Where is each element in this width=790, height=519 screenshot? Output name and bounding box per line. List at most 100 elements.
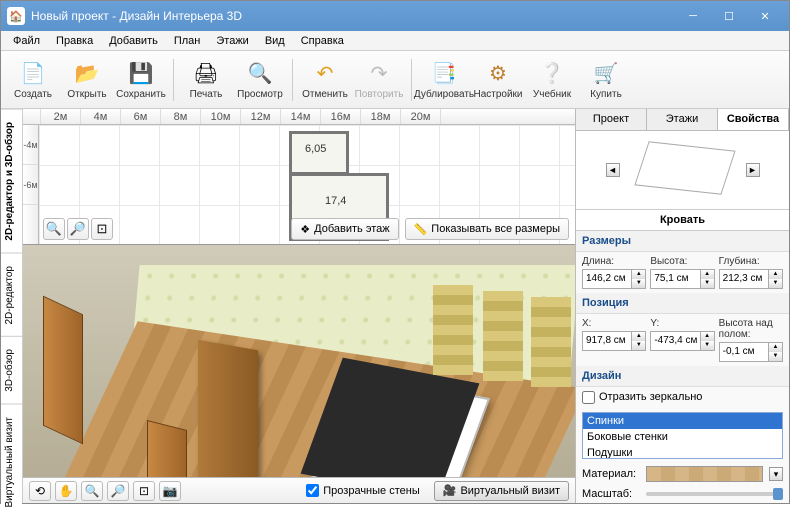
tb-duplicate[interactable]: 📑Дублировать xyxy=(418,55,470,105)
app-icon: 🏠 xyxy=(7,7,25,25)
tb-redo[interactable]: ↷Повторить xyxy=(353,55,405,105)
room-area-label: 17,4 xyxy=(325,195,346,207)
list-item[interactable]: Подушки xyxy=(583,445,782,459)
add-floor-button[interactable]: ❖Добавить этаж xyxy=(291,218,398,240)
bottom-toolbar: ⟲ ✋ 🔍 🔎 ⊡ 📷 Прозрачные стены 🎥 Виртуальн… xyxy=(23,477,575,503)
separator xyxy=(292,59,293,101)
virtual-visit-button[interactable]: 🎥 Виртуальный визит xyxy=(434,481,569,501)
open-icon: 📂 xyxy=(73,60,101,88)
title-bar: 🏠 Новый проект - Дизайн Интерьера 3D ─ ☐… xyxy=(1,1,789,31)
tb-settings[interactable]: ⚙Настройки xyxy=(472,55,524,105)
material-picker-button[interactable]: ▾ xyxy=(769,467,783,481)
menu-bar: Файл Правка Добавить План Этажи Вид Спра… xyxy=(1,31,789,51)
window-title: Новый проект - Дизайн Интерьера 3D xyxy=(31,9,675,23)
help-icon: ❔ xyxy=(538,60,566,88)
zoom-fit-3d-button[interactable]: ⊡ xyxy=(133,481,155,501)
mirror-label: Отразить зеркально xyxy=(599,391,702,403)
maximize-button[interactable]: ☐ xyxy=(711,4,747,28)
next-object-button[interactable]: ► xyxy=(746,163,760,177)
tb-new[interactable]: 📄Создать xyxy=(7,55,59,105)
print-icon: 🖨 xyxy=(192,60,220,88)
tb-open[interactable]: 📂Открыть xyxy=(61,55,113,105)
vtab-3d[interactable]: 3D-обзор xyxy=(1,336,22,404)
section-design: Дизайн xyxy=(576,366,789,387)
height-input[interactable] xyxy=(651,270,699,288)
pos-x-spinner[interactable]: ▲▼ xyxy=(631,332,645,350)
menu-plan[interactable]: План xyxy=(166,33,209,49)
ruler-horizontal: 2м4м6м8м10м12м14м16м18м20м xyxy=(23,109,575,125)
rtab-project[interactable]: Проект xyxy=(576,109,647,130)
scale-label: Масштаб: xyxy=(582,488,640,500)
duplicate-icon: 📑 xyxy=(430,60,458,88)
pos-y-spinner[interactable]: ▲▼ xyxy=(700,332,714,350)
cart-icon: 🛒 xyxy=(592,60,620,88)
object-preview: ◄ ► xyxy=(576,131,789,210)
tb-undo[interactable]: ↶Отменить xyxy=(299,55,351,105)
rotate360-button[interactable]: ⟲ xyxy=(29,481,51,501)
pos-x-input[interactable] xyxy=(583,332,631,350)
zoom-in-3d-button[interactable]: 🔍 xyxy=(81,481,103,501)
tb-buy[interactable]: 🛒Купить xyxy=(580,55,632,105)
depth-input[interactable] xyxy=(720,270,768,288)
material-swatch[interactable] xyxy=(646,466,763,482)
camera-button[interactable]: 📷 xyxy=(159,481,181,501)
separator xyxy=(173,59,174,101)
length-input[interactable] xyxy=(583,270,631,288)
save-icon: 💾 xyxy=(127,60,155,88)
scale-slider[interactable] xyxy=(646,492,783,496)
tb-preview[interactable]: 🔍Просмотр xyxy=(234,55,286,105)
pan-button[interactable]: ✋ xyxy=(55,481,77,501)
tb-tutorial[interactable]: ❔Учебник xyxy=(526,55,578,105)
vtab-2d3d[interactable]: 2D-редактор и 3D-обзор xyxy=(1,109,22,253)
pos-floor-spinner[interactable]: ▲▼ xyxy=(768,343,782,361)
menu-help[interactable]: Справка xyxy=(293,33,352,49)
section-position: Позиция xyxy=(576,293,789,314)
zoom-in-button[interactable]: 🔍 xyxy=(43,218,65,240)
list-item[interactable]: Боковые стенки xyxy=(583,429,782,445)
plan-2d-canvas[interactable]: 6,05 17,4 🔍 🔎 ⊡ ❖Добавить этаж 📏Показыва… xyxy=(39,125,575,244)
length-spinner[interactable]: ▲▼ xyxy=(631,270,645,288)
ruler-icon: 📏 xyxy=(414,223,428,236)
zoom-fit-button[interactable]: ⊡ xyxy=(91,218,113,240)
menu-floors[interactable]: Этажи xyxy=(208,33,256,49)
rtab-properties[interactable]: Свойства xyxy=(718,109,789,130)
room-area-label: 6,05 xyxy=(305,143,326,155)
properties-panel: Проект Этажи Свойства ◄ ► Кровать Размер… xyxy=(575,109,789,503)
pos-y-input[interactable] xyxy=(651,332,699,350)
zoom-out-3d-button[interactable]: 🔎 xyxy=(107,481,129,501)
show-all-dims-button[interactable]: 📏Показывать все размеры xyxy=(405,218,569,240)
transparent-walls-checkbox[interactable] xyxy=(306,484,319,497)
menu-view[interactable]: Вид xyxy=(257,33,293,49)
tb-print[interactable]: 🖨Печать xyxy=(180,55,232,105)
height-spinner[interactable]: ▲▼ xyxy=(700,270,714,288)
zoom-out-button[interactable]: 🔎 xyxy=(67,218,89,240)
transparent-walls-label: Прозрачные стены xyxy=(323,485,419,497)
undo-icon: ↶ xyxy=(311,60,339,88)
section-dimensions: Размеры xyxy=(576,231,789,252)
ruler-vertical: -4м-6м xyxy=(23,125,39,244)
wardrobe-3d[interactable] xyxy=(198,340,258,477)
depth-spinner[interactable]: ▲▼ xyxy=(768,270,782,288)
view-3d-canvas[interactable] xyxy=(23,245,575,477)
vtab-visit[interactable]: Виртуальный визит xyxy=(1,404,22,519)
preview-icon: 🔍 xyxy=(246,60,274,88)
minimize-button[interactable]: ─ xyxy=(675,4,711,28)
mirror-checkbox[interactable] xyxy=(582,391,595,404)
layers-icon: ❖ xyxy=(300,223,310,236)
left-tab-strip: 2D-редактор и 3D-обзор 2D-редактор 3D-об… xyxy=(1,109,23,503)
menu-add[interactable]: Добавить xyxy=(101,33,166,49)
bed-3d[interactable] xyxy=(306,372,490,477)
menu-edit[interactable]: Правка xyxy=(48,33,101,49)
prev-object-button[interactable]: ◄ xyxy=(606,163,620,177)
list-item[interactable]: Спинки xyxy=(583,413,782,429)
rtab-floors[interactable]: Этажи xyxy=(647,109,718,130)
parts-listbox[interactable]: Спинки Боковые стенки Подушки xyxy=(582,412,783,459)
gear-icon: ⚙ xyxy=(484,60,512,88)
separator xyxy=(411,59,412,101)
tb-save[interactable]: 💾Сохранить xyxy=(115,55,167,105)
pos-floor-input[interactable] xyxy=(720,343,768,361)
object-name: Кровать xyxy=(576,210,789,231)
close-button[interactable]: ✕ xyxy=(747,4,783,28)
menu-file[interactable]: Файл xyxy=(5,33,48,49)
vtab-2d[interactable]: 2D-редактор xyxy=(1,253,22,337)
